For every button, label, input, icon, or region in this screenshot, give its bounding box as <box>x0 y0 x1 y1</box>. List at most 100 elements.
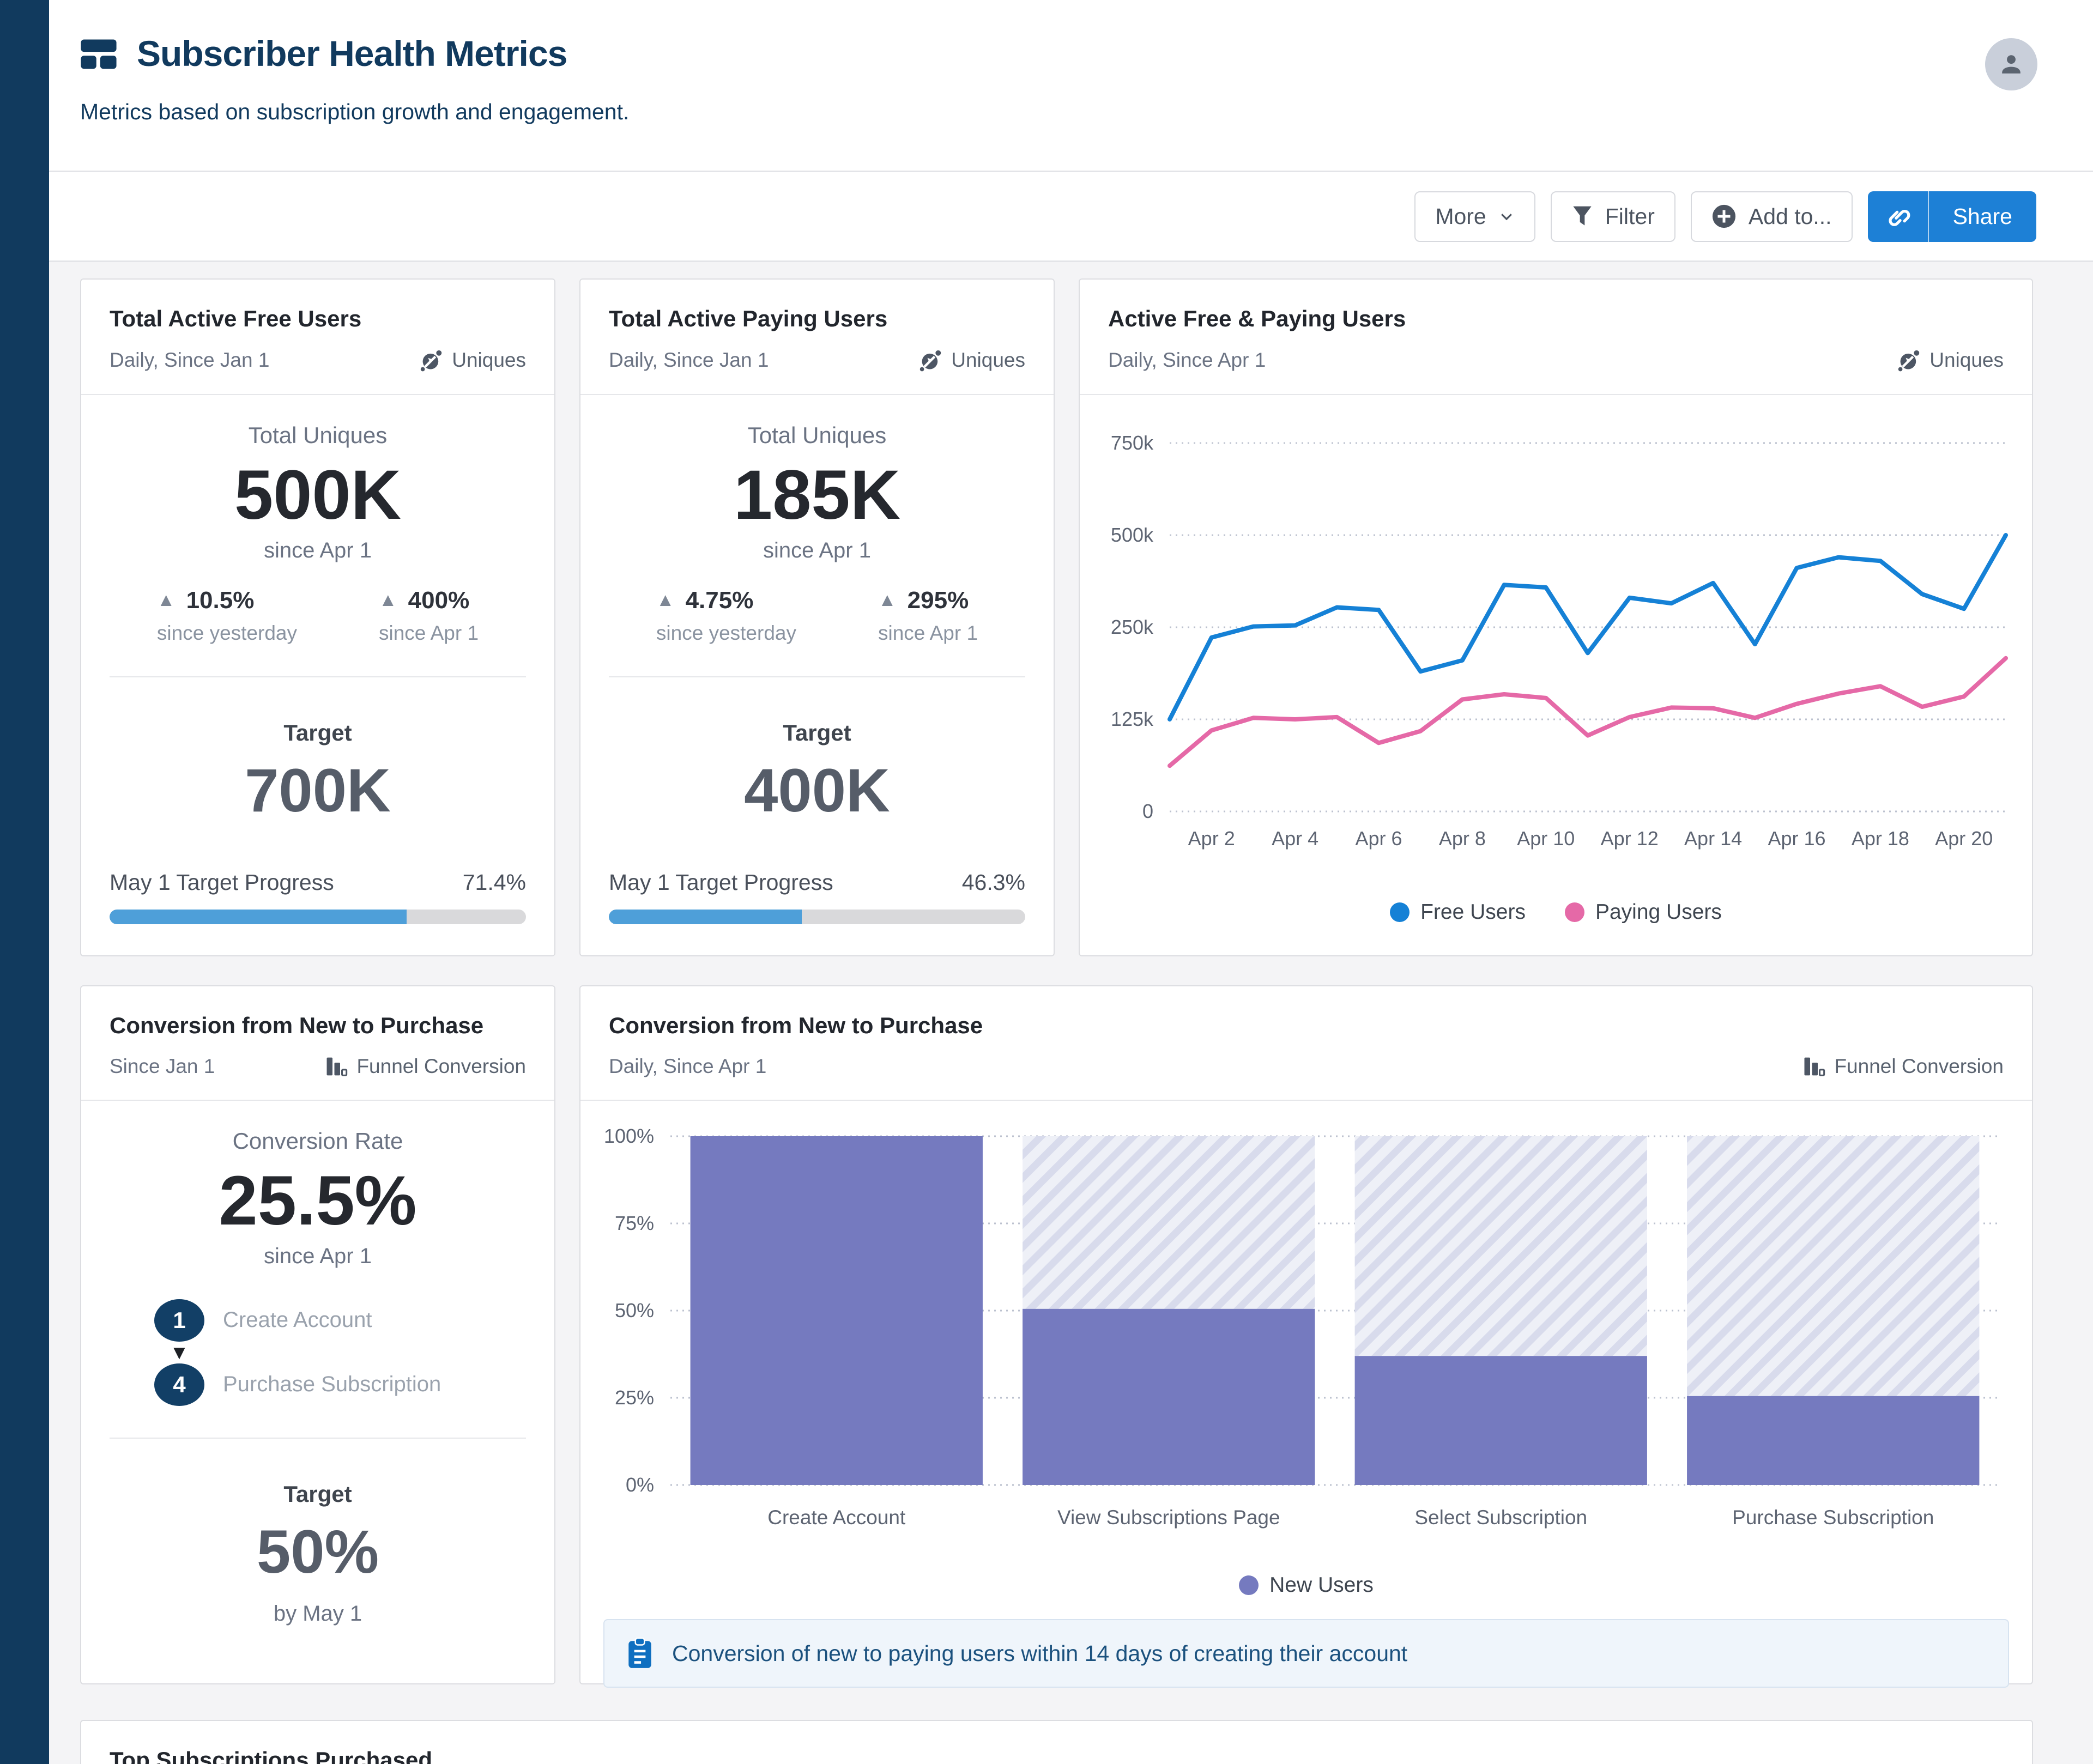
funnel-conversion-icon <box>325 1055 348 1078</box>
metric-type-label: Uniques <box>1929 349 2004 371</box>
legend-item-paying-users[interactable]: Paying Users <box>1564 900 1722 924</box>
svg-text:0: 0 <box>1142 800 1153 822</box>
svg-text:250k: 250k <box>1111 616 1154 638</box>
metric-type-label: Uniques <box>951 349 1025 371</box>
add-to-button-label: Add to... <box>1748 203 1832 229</box>
value-label: Conversion Rate <box>232 1128 403 1154</box>
divider <box>110 676 526 677</box>
legend-label: New Users <box>1269 1573 1374 1597</box>
share-button[interactable]: Share <box>1928 191 2036 242</box>
legend-dot-free-users <box>1390 902 1410 922</box>
svg-text:Apr 10: Apr 10 <box>1517 827 1575 850</box>
svg-text:Apr 18: Apr 18 <box>1852 827 1909 850</box>
metric-type-badge: Uniques <box>419 348 526 372</box>
svg-text:Apr 8: Apr 8 <box>1439 827 1486 850</box>
value-label: Total Uniques <box>248 422 388 448</box>
card-top-subscriptions-purchased: Top Subscriptions Purchased Daily, Apr-J… <box>80 1720 2033 1764</box>
app-header: Subscriber Health Metrics Metrics based … <box>49 0 2093 172</box>
progress-percent: 46.3% <box>961 869 1025 895</box>
left-nav-rail <box>0 0 49 1764</box>
svg-text:750k: 750k <box>1111 432 1154 454</box>
funnel-step-2: 4 Purchase Subscription <box>154 1363 481 1406</box>
copy-link-button[interactable] <box>1867 191 1929 242</box>
card-title: Conversion from New to Purchase <box>609 1013 983 1038</box>
metric-type-label: Funnel Conversion <box>356 1055 526 1077</box>
filter-button[interactable]: Filter <box>1550 191 1675 242</box>
delta-label: since Apr 1 <box>878 621 978 644</box>
funnel-step-1: 1 Create Account <box>154 1299 481 1342</box>
dashboard-icon <box>80 35 117 72</box>
target-progress-fill <box>110 909 407 924</box>
step-label: Create Account <box>223 1308 372 1332</box>
add-to-button[interactable]: Add to... <box>1690 191 1853 242</box>
card-title: Conversion from New to Purchase <box>110 1013 484 1038</box>
clipboard-icon <box>626 1638 654 1669</box>
filter-funnel-icon <box>1571 204 1593 228</box>
delta-value: 10.5% <box>186 586 255 614</box>
user-avatar[interactable] <box>1985 38 2037 90</box>
svg-text:500k: 500k <box>1111 524 1154 546</box>
metric-type-label: Uniques <box>452 349 526 371</box>
target-progress-fill <box>609 909 802 924</box>
card-period: Daily, Since Apr 1 <box>609 1055 767 1077</box>
target-value: 700K <box>245 756 391 825</box>
funnel-conversion-icon <box>1802 1055 1825 1078</box>
svg-text:Apr 6: Apr 6 <box>1355 827 1402 850</box>
chart-note: Conversion of new to paying users within… <box>603 1619 2009 1688</box>
page-subtitle: Metrics based on subscription growth and… <box>80 99 630 124</box>
step-number-badge: 4 <box>154 1363 204 1406</box>
link-icon <box>1884 202 1912 231</box>
delta-up-icon: ▲ <box>878 590 897 611</box>
since-label: since Apr 1 <box>763 538 871 562</box>
svg-text:Apr 2: Apr 2 <box>1188 827 1235 850</box>
line-chart-legend: Free Users Paying Users <box>1080 900 2032 924</box>
card-period: Since Jan 1 <box>110 1055 215 1077</box>
person-icon <box>1996 49 2027 80</box>
line-chart: 0 125k 250k 500k 750k Apr 2 Apr 4 Apr 6 Apr 8 Apr… <box>1111 432 2008 850</box>
delta-up-icon: ▲ <box>379 590 397 611</box>
metric-type-badge: Uniques <box>918 348 1025 372</box>
delta-label: since yesterday <box>656 621 796 644</box>
more-button-label: More <box>1435 203 1486 229</box>
more-button[interactable]: More <box>1414 191 1535 242</box>
target-by-label: by May 1 <box>273 1601 362 1626</box>
share-button-label: Share <box>1952 203 2012 229</box>
share-split-button: Share <box>1867 191 2036 242</box>
svg-text:Purchase Subscription: Purchase Subscription <box>1732 1506 1934 1529</box>
delta-since-yesterday: ▲ 10.5% since yesterday <box>157 587 297 645</box>
delta-since-yesterday: ▲ 4.75% since yesterday <box>656 587 796 645</box>
chevron-down-icon <box>1498 208 1515 225</box>
target-progress-bar <box>609 909 1025 924</box>
delta-up-icon: ▲ <box>156 590 176 611</box>
delta-value: 400% <box>408 586 470 614</box>
card-total-active-paying-users: Total Active Paying Users Daily, Since J… <box>579 278 1055 956</box>
svg-text:Apr 14: Apr 14 <box>1684 827 1742 850</box>
svg-text:125k: 125k <box>1111 708 1154 730</box>
page: Subscriber Health Metrics Metrics based … <box>49 0 2093 1764</box>
metric-type-badge: Funnel Conversion <box>1802 1055 2004 1078</box>
svg-text:25%: 25% <box>615 1386 654 1409</box>
legend-dot-new-users <box>1239 1575 1259 1595</box>
value-label: Total Uniques <box>747 422 887 448</box>
card-conversion-metric: Conversion from New to Purchase Since Ja… <box>80 985 555 1684</box>
card-title: Total Active Paying Users <box>609 306 888 331</box>
progress-label: May 1 Target Progress <box>110 869 334 895</box>
total-uniques-value: 185K <box>734 456 900 534</box>
svg-text:Apr 12: Apr 12 <box>1601 827 1659 850</box>
svg-text:0%: 0% <box>626 1474 654 1496</box>
funnel-bar-chart: 0% 25% 50% 75% 100% Create Account View Subscr… <box>604 1125 1999 1529</box>
target-value: 400K <box>744 756 890 825</box>
legend-label: Free Users <box>1420 900 1526 924</box>
legend-item-new-users[interactable]: New Users <box>1239 1573 1374 1597</box>
delta-since-apr1: ▲ 400% since Apr 1 <box>379 587 479 645</box>
chart-note-text: Conversion of new to paying users within… <box>672 1640 1408 1666</box>
delta-label: since yesterday <box>156 621 297 644</box>
progress-label: May 1 Target Progress <box>609 869 833 895</box>
toolbar: More Filter Add to... Share <box>49 172 2093 262</box>
uniques-icon <box>1897 348 1921 372</box>
legend-item-free-users[interactable]: Free Users <box>1390 900 1526 924</box>
svg-text:Apr 16: Apr 16 <box>1768 827 1825 850</box>
card-conversion-funnel-chart: Conversion from New to Purchase Daily, S… <box>579 985 2033 1688</box>
svg-text:50%: 50% <box>615 1299 654 1322</box>
delta-up-icon: ▲ <box>656 590 675 611</box>
